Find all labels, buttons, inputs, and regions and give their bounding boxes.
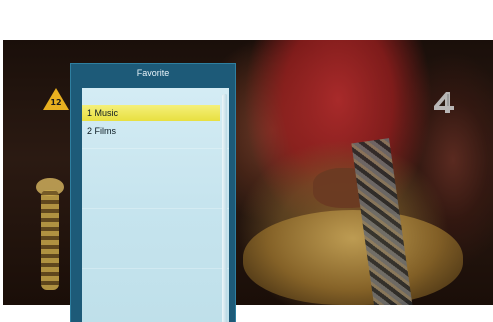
video-torch xyxy=(41,190,59,290)
favorite-list: 1 Music 2 Films xyxy=(82,88,229,322)
channel-logo-text: 4 xyxy=(432,90,433,91)
channel-4-logo-icon: 4 xyxy=(432,90,454,113)
age-rating-label: 12 xyxy=(50,98,62,107)
list-texture xyxy=(82,148,229,149)
list-item-music[interactable]: 1 Music xyxy=(82,105,220,121)
scrollbar-thumb[interactable] xyxy=(222,94,227,322)
list-texture xyxy=(82,208,229,209)
video-drum xyxy=(243,210,463,305)
panel-title: Favorite xyxy=(136,68,170,78)
list-scrollbar[interactable] xyxy=(222,94,227,322)
tv-screen: 12 4 Favorite 1 Music 2 Films xyxy=(0,0,493,322)
favorite-list-panel: Favorite 1 Music 2 Films xyxy=(70,63,236,322)
list-item-films[interactable]: 2 Films xyxy=(82,123,220,139)
list-texture xyxy=(82,268,229,269)
